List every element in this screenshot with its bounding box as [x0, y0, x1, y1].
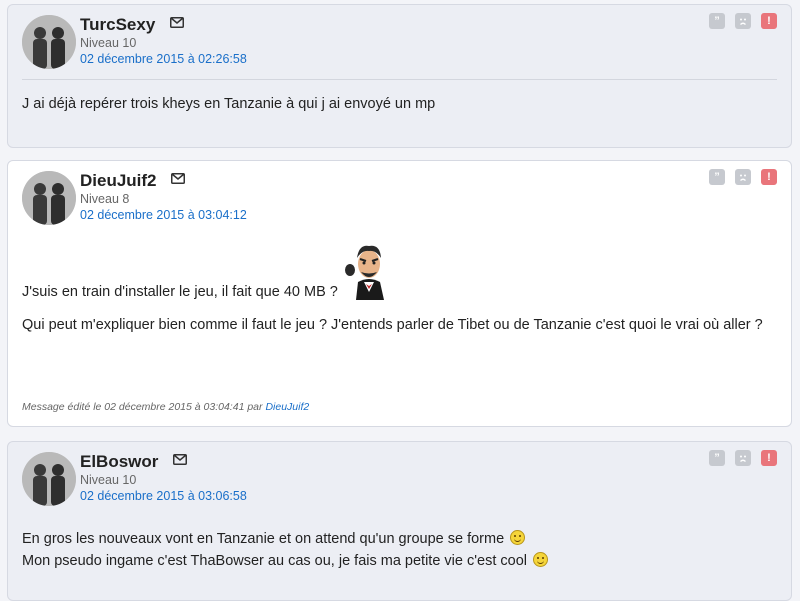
edit-notice: Message édité le 02 décembre 2015 à 03:0… — [22, 401, 309, 413]
avatar[interactable] — [22, 452, 76, 506]
envelope-icon[interactable] — [170, 171, 185, 189]
author-pseudo[interactable]: DieuJuif2 — [80, 171, 157, 190]
smiley-icon — [510, 530, 526, 545]
post-text: Mon pseudo ingame c'est ThaBowser au cas… — [22, 553, 527, 569]
sad-face-icon[interactable] — [735, 13, 751, 29]
angry-man-sticker — [342, 242, 396, 307]
post-date-link[interactable]: 02 décembre 2015 à 03:04:12 — [80, 207, 247, 223]
post-date-link[interactable]: 02 décembre 2015 à 02:26:58 — [80, 51, 247, 67]
post-text: En gros les nouveaux vont en Tanzanie et… — [22, 531, 505, 547]
post-text: J ai déjà repérer trois kheys en Tanzani… — [22, 96, 436, 112]
author-level: Niveau 8 — [80, 192, 130, 206]
author-block: ElBoswor Niveau 10 02 décembre 2015 à 03… — [80, 452, 247, 504]
divider — [22, 79, 777, 80]
post-actions: ” ! — [709, 13, 777, 29]
envelope-icon[interactable] — [172, 452, 187, 470]
post-text: Qui peut m'expliquer bien comme il faut … — [22, 317, 763, 333]
post-text-line: En gros les nouveaux vont en Tanzanie et… — [22, 528, 767, 550]
avatar[interactable] — [22, 171, 76, 225]
author-pseudo[interactable]: TurcSexy — [80, 15, 155, 34]
quote-icon[interactable]: ” — [709, 169, 725, 185]
post-body: J ai déjà repérer trois kheys en Tanzani… — [22, 93, 767, 115]
envelope-icon[interactable] — [169, 15, 184, 33]
post-dieujuif2: DieuJuif2 Niveau 8 02 décembre 2015 à 03… — [7, 160, 792, 427]
post-date-link[interactable]: 02 décembre 2015 à 03:06:58 — [80, 488, 247, 504]
author-level: Niveau 10 — [80, 36, 137, 50]
report-icon[interactable]: ! — [761, 169, 777, 185]
author-block: TurcSexy Niveau 10 02 décembre 2015 à 02… — [80, 15, 247, 67]
sad-face-icon[interactable] — [735, 450, 751, 466]
author-pseudo[interactable]: ElBoswor — [80, 452, 158, 471]
post-text-line: J'suis en train d'installer le jeu, il f… — [22, 243, 767, 303]
quote-icon[interactable]: ” — [709, 450, 725, 466]
avatar[interactable] — [22, 15, 76, 69]
author-block: DieuJuif2 Niveau 8 02 décembre 2015 à 03… — [80, 171, 247, 223]
post-turcsexy: TurcSexy Niveau 10 02 décembre 2015 à 02… — [7, 4, 792, 148]
post-text: J'suis en train d'installer le jeu, il f… — [22, 284, 338, 300]
sad-face-icon[interactable] — [735, 169, 751, 185]
post-body: J'suis en train d'installer le jeu, il f… — [22, 243, 767, 336]
post-actions: ” ! — [709, 169, 777, 185]
post-elboswor: ElBoswor Niveau 10 02 décembre 2015 à 03… — [7, 441, 792, 601]
quote-icon[interactable]: ” — [709, 13, 725, 29]
report-icon[interactable]: ! — [761, 450, 777, 466]
report-icon[interactable]: ! — [761, 13, 777, 29]
edit-author-link[interactable]: DieuJuif2 — [265, 401, 309, 413]
post-text-line: Mon pseudo ingame c'est ThaBowser au cas… — [22, 550, 767, 572]
post-actions: ” ! — [709, 450, 777, 466]
author-level: Niveau 10 — [80, 473, 137, 487]
edit-notice-text: Message édité le 02 décembre 2015 à 03:0… — [22, 401, 263, 413]
post-body: En gros les nouveaux vont en Tanzanie et… — [22, 528, 767, 572]
smiley-icon — [533, 552, 549, 567]
